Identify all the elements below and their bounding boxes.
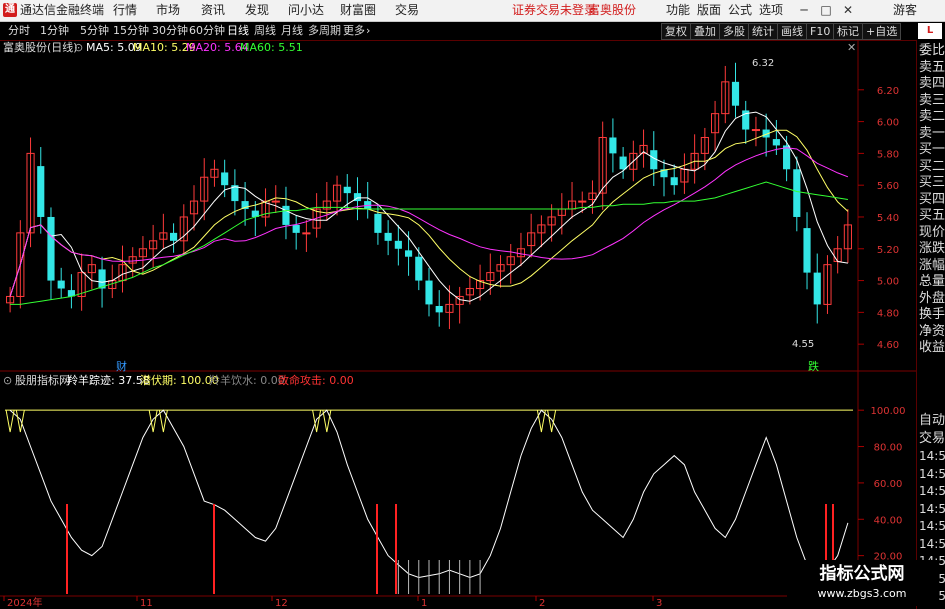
quote-label: 买三 [919, 175, 945, 190]
date-tick-label: 3 [656, 598, 662, 609]
candle-body [783, 145, 791, 170]
watermark-title: 指标公式网 [819, 564, 905, 584]
candle-body [292, 224, 300, 233]
price-tick-label: 5.60 [877, 181, 899, 192]
latent-zigzag [536, 410, 546, 433]
quote-label: 卖二 [919, 109, 945, 124]
quote-label: 收益 [919, 340, 945, 355]
candle-body [404, 250, 413, 257]
trade-time-label: 14:56 [919, 536, 945, 551]
candle-body [170, 232, 178, 241]
price-tick-label: 4.60 [877, 340, 899, 351]
indicator-tick-label: 40.00 [874, 515, 903, 526]
indicator-tick-label: 80.00 [874, 443, 903, 454]
latent-zigzag [148, 410, 158, 433]
trade-time-label: 14:56 [919, 519, 945, 533]
date-tick-label: 2 [539, 598, 545, 609]
candle-body [813, 272, 821, 305]
candle-body [793, 169, 801, 217]
die-marker: 跌 [808, 360, 819, 373]
price-tick-label: 5.00 [877, 277, 899, 288]
quote-label: 买四 [919, 191, 945, 207]
candle-body [384, 232, 392, 241]
indicator-tick-label: 100.00 [871, 406, 906, 417]
trade-time-label: 14:56 [919, 449, 945, 463]
price-tick-label: 5.20 [877, 245, 899, 256]
candle-body [302, 232, 311, 235]
candle-body [394, 240, 402, 249]
latent-zigzag [158, 410, 168, 433]
latent-zigzag [5, 410, 15, 433]
trade-time-label: 交易 [919, 430, 945, 446]
quote-label: 卖五 [919, 59, 945, 75]
candle-body [37, 166, 45, 217]
candle-body [282, 205, 290, 225]
candle-body [578, 200, 587, 203]
price-tick-label: 5.80 [877, 149, 899, 160]
candle-body [751, 129, 761, 132]
antelope-trace-line [9, 409, 849, 579]
date-tick-label: 2024年 [7, 596, 42, 609]
price-tick-label: 5.40 [877, 213, 899, 224]
date-tick-label: 12 [275, 598, 288, 609]
candle-body [221, 172, 229, 186]
cai-marker: 财 [116, 360, 127, 373]
candle-body [374, 213, 382, 233]
low-price-label: 4.55 [792, 339, 815, 350]
candle-body [803, 228, 811, 273]
price-tick-label: 6.20 [877, 86, 899, 97]
quote-label: 卖一 [919, 125, 945, 141]
quote-label: 现价 [919, 224, 945, 240]
latent-zigzag [322, 410, 332, 433]
quote-label: 委比 [919, 43, 945, 58]
candle-body [435, 306, 443, 313]
quote-label: 买一 [919, 142, 945, 157]
candle-body [731, 81, 740, 106]
candle-body [670, 177, 678, 186]
trade-time-label: 14:56 [919, 484, 945, 498]
quote-label: 涨幅 [919, 257, 945, 273]
candle-body [57, 280, 65, 289]
trade-time-label: 14:56 [919, 501, 945, 516]
l-button[interactable]: L [918, 23, 942, 39]
quote-label: 买二 [919, 158, 945, 174]
trade-time-label: 14:56 [919, 466, 945, 481]
price-tick-label: 6.00 [877, 118, 899, 129]
candle-body [609, 137, 617, 154]
price-tick-label: 4.80 [877, 308, 899, 319]
indicator-tick-label: 60.00 [874, 479, 903, 490]
candle-body [619, 156, 627, 170]
latent-zigzag [15, 410, 25, 433]
latent-zigzag [312, 410, 322, 433]
date-tick-label: 11 [140, 598, 153, 609]
candle-body [343, 186, 351, 194]
latent-zigzag [547, 410, 557, 433]
watermark-url: www.zbgs3.com [817, 587, 907, 600]
watermark: 指标公式网 www.zbgs3.com [787, 560, 937, 606]
quote-label: 卖四 [919, 76, 945, 91]
kline-chart[interactable]: 6.20 6.00 5.80 5.60 5.40 5.20 5.00 4.80 4.60 100… [0, 0, 916, 609]
quote-label: 卖三 [919, 92, 945, 108]
date-tick-label: 1 [421, 598, 427, 609]
quote-label: 买五 [919, 208, 945, 223]
candle-body [772, 139, 780, 146]
candle-body [47, 216, 55, 281]
quote-label: 换手 [919, 307, 945, 322]
quote-label: 净资 [919, 323, 945, 339]
quote-panel: 委比 卖五 卖四 卖三 卖二 卖一 买一 买二 买三 买四 买五 现价 涨跌 涨幅 总量 外盘 换手 净资 收益自动… [916, 40, 945, 609]
candle-body [425, 280, 433, 305]
quote-label: 外盘 [919, 290, 945, 306]
candle-body [415, 256, 423, 281]
high-price-label: 6.32 [752, 58, 775, 69]
quote-label: 总量 [919, 274, 945, 289]
quote-label: 涨跌 [919, 241, 945, 256]
trade-time-label: 自动 [919, 413, 945, 428]
candle-body [271, 200, 280, 203]
